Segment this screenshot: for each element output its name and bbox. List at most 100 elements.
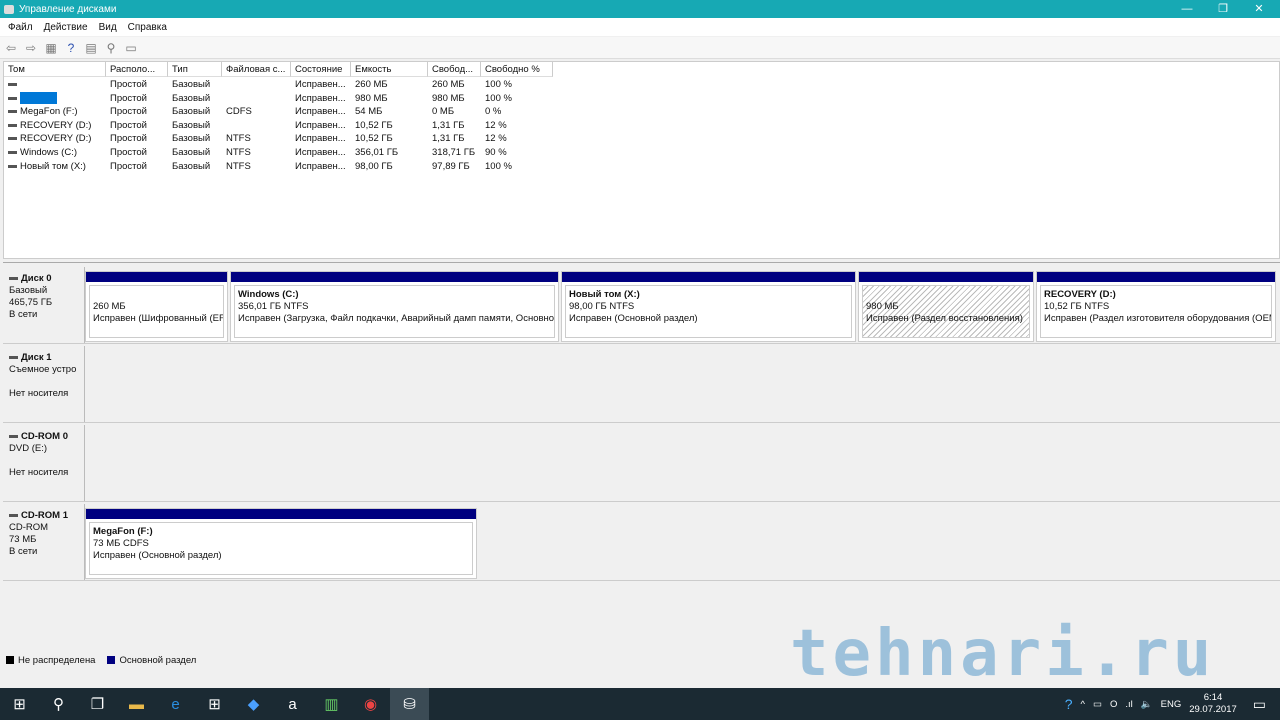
edge-icon[interactable]: e <box>156 688 195 720</box>
partition-name: Новый том (X:) <box>569 289 640 300</box>
cell-text: 1,31 ГБ <box>432 119 465 131</box>
cell-text: 10,52 ГБ <box>355 133 393 145</box>
console-tree-icon[interactable]: ▦ <box>44 42 58 54</box>
menu-action[interactable]: Действие <box>44 22 88 33</box>
close-button[interactable]: ✕ <box>1242 0 1276 18</box>
search-icon[interactable]: ⚲ <box>39 688 78 720</box>
toolbar: ⇦ ⇨ ▦ ? ▤ ⚲ ▭ <box>0 37 1280 59</box>
col-free-cell: 980 МБ <box>428 92 481 106</box>
table-row[interactable]: RECOVERY (D:) Простой Базовый Исправен... 10… <box>4 119 1279 133</box>
disk-status: В сети <box>9 546 38 557</box>
partition-info: MegaFon (F:) 73 МБ CDFS Исправен (Основной… <box>89 522 473 575</box>
partition-bar <box>562 272 855 282</box>
disk-label[interactable]: CD-ROM 1 CD-ROM 73 МБ В сети <box>3 504 85 580</box>
battery-icon[interactable]: ▭ <box>1093 699 1102 710</box>
cell-text: Базовый <box>172 133 211 145</box>
disk-name: CD-ROM 1 <box>9 510 84 522</box>
col-capacity-cell: 980 МБ <box>351 92 428 106</box>
table-row[interactable]: Новый том (X:) Простой Базовый NTFS Исправен… <box>4 160 1279 174</box>
disk-management-taskbar-icon[interactable]: ⛁ <box>390 688 429 720</box>
cell-text: Простой <box>110 106 147 118</box>
help-icon[interactable]: ? <box>64 42 78 54</box>
col-fs-cell <box>222 92 291 106</box>
cell-text: Простой <box>110 79 147 90</box>
partition-status: Исправен (Раздел изготовителя оборудован… <box>1044 313 1272 324</box>
col-capacity-cell: 10,52 ГБ <box>351 119 428 133</box>
file-explorer-icon[interactable]: ▬ <box>117 688 156 720</box>
partition[interactable]: 980 МБ Исправен (Раздел восстановления) <box>858 271 1034 342</box>
table-row[interactable]: Windows (C:) Простой Базовый NTFS Исправен..… <box>4 146 1279 160</box>
col-free-cell: 1,31 ГБ <box>428 132 481 146</box>
disk-status: Нет носителя <box>9 467 69 478</box>
disk-label[interactable]: CD-ROM 0 DVD (E:) Нет носителя <box>3 425 85 501</box>
col-free-cell: 97,89 ГБ <box>428 160 481 174</box>
cell-text: Базовый <box>172 106 211 118</box>
clock[interactable]: 6:14 29.07.2017 <box>1189 692 1237 716</box>
amazon-icon[interactable]: a <box>273 688 312 720</box>
partition-size: 356,01 ГБ NTFS <box>238 301 309 312</box>
col-free-pct-header[interactable]: Свободно % <box>481 62 553 77</box>
col-status-cell: Исправен... <box>291 146 351 160</box>
cell-text: MegaFon (F:) <box>20 106 78 118</box>
cell-text: RECOVERY (D:) <box>20 119 92 131</box>
help-tray-icon[interactable]: ? <box>1065 696 1073 712</box>
language-indicator[interactable]: ENG <box>1161 699 1182 710</box>
dropbox-icon[interactable]: ◆ <box>234 688 273 720</box>
col-volume-cell: RECOVERY (D:) <box>4 132 106 146</box>
partition[interactable]: MegaFon (F:) 73 МБ CDFS Исправен (Основной… <box>85 508 477 579</box>
chevron-up-icon[interactable]: ^ <box>1081 699 1085 710</box>
col-free-pct-cell: 100 % <box>481 92 553 106</box>
chrome-icon[interactable]: ◉ <box>351 688 390 720</box>
chart-app-icon[interactable]: ▥ <box>312 688 351 720</box>
col-type-cell: Базовый <box>168 160 222 174</box>
minimize-button[interactable]: — <box>1170 0 1204 18</box>
disk-type: Съемное устро <box>9 364 77 375</box>
col-layout-header[interactable]: Располо... <box>106 62 168 77</box>
maximize-button[interactable]: ❐ <box>1206 0 1240 18</box>
back-icon[interactable]: ⇦ <box>4 42 18 54</box>
col-type-header[interactable]: Тип <box>168 62 222 77</box>
col-status-header[interactable]: Состояние <box>291 62 351 77</box>
col-type-cell: Базовый <box>168 146 222 160</box>
menu-help[interactable]: Справка <box>128 22 167 33</box>
table-row[interactable]: Простой Базовый Исправен... 980 МБ 980 МБ 100… <box>4 92 1279 106</box>
col-fs-header[interactable]: Файловая с... <box>222 62 291 77</box>
task-view-icon[interactable]: ❐ <box>78 688 117 720</box>
disk-label[interactable]: Диск 1 Съемное устро Нет носителя <box>3 346 85 422</box>
start-icon[interactable]: ⊞ <box>0 688 39 720</box>
shield-icon[interactable]: O <box>1110 699 1117 710</box>
table-row[interactable]: MegaFon (F:) Простой Базовый CDFS Исправен..… <box>4 105 1279 119</box>
col-capacity-cell: 260 МБ <box>351 78 428 92</box>
disk-label[interactable]: Диск 0 Базовый 465,75 ГБ В сети <box>3 267 85 343</box>
properties-icon[interactable]: ▭ <box>124 42 138 54</box>
menu-file[interactable]: Файл <box>8 22 33 33</box>
partition[interactable]: RECOVERY (D:) 10,52 ГБ NTFS Исправен (Разд… <box>1036 271 1276 342</box>
disk-name-text: Диск 1 <box>21 352 52 363</box>
col-capacity-header[interactable]: Емкость <box>351 62 428 77</box>
cell-text: Исправен... <box>295 133 346 145</box>
col-status-cell: Исправен... <box>291 105 351 119</box>
partition-info: 260 МБ Исправен (Шифрованный (EF <box>89 285 224 338</box>
partition[interactable]: Windows (C:) 356,01 ГБ NTFS Исправен (Загр… <box>230 271 559 342</box>
store-icon[interactable]: ⊞ <box>195 688 234 720</box>
connect-icon[interactable]: ⚲ <box>104 42 118 54</box>
partition-size: 980 МБ <box>866 301 899 312</box>
col-capacity-cell: 98,00 ГБ <box>351 160 428 174</box>
cell-text: Исправен... <box>295 106 346 118</box>
network-icon[interactable]: .ıl <box>1125 699 1132 710</box>
table-row[interactable]: RECOVERY (D:) Простой Базовый NTFS Исправен.… <box>4 132 1279 146</box>
table-row[interactable]: Простой Базовый Исправен... 260 МБ 260 МБ 100… <box>4 78 1279 92</box>
cell-text: Исправен... <box>295 119 346 131</box>
watermark: tehnari.ru <box>790 617 1216 691</box>
forward-icon[interactable]: ⇨ <box>24 42 38 54</box>
cell-text: Базовый <box>172 119 211 131</box>
cell-text: Исправен... <box>295 160 346 172</box>
partition[interactable]: Новый том (X:) 98,00 ГБ NTFS Исправен (Осн… <box>561 271 856 342</box>
menu-view[interactable]: Вид <box>99 22 117 33</box>
volume-icon[interactable]: 🔈 <box>1141 699 1153 710</box>
partition[interactable]: 260 МБ Исправен (Шифрованный (EF <box>85 271 228 342</box>
col-free-header[interactable]: Свобод... <box>428 62 481 77</box>
notifications-icon[interactable]: ▭ <box>1253 696 1266 713</box>
action-pane-icon[interactable]: ▤ <box>84 42 98 54</box>
col-volume-header[interactable]: Том <box>4 62 106 77</box>
